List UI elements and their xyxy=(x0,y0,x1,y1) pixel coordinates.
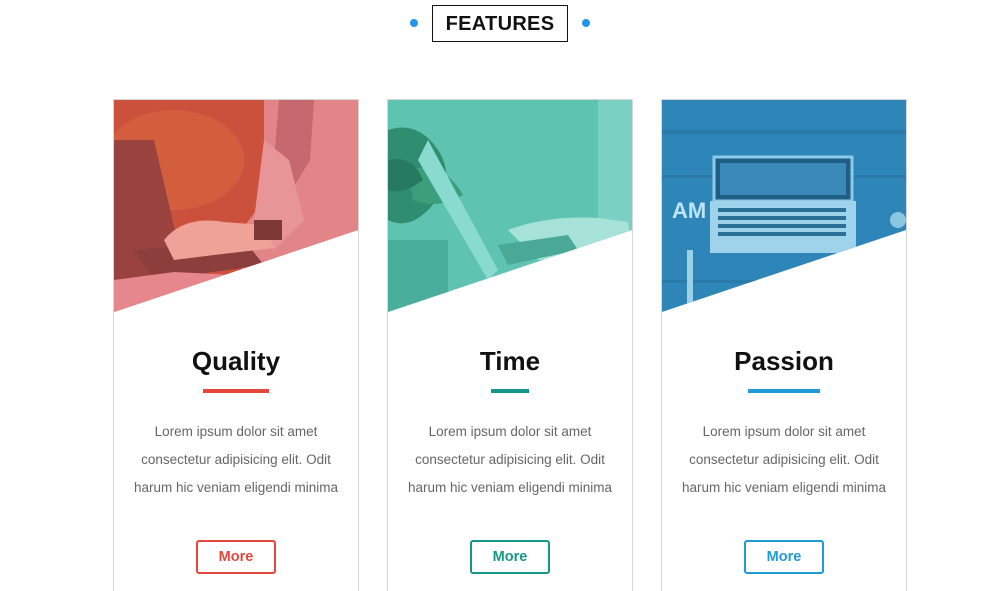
more-button-passion[interactable]: More xyxy=(744,540,824,574)
card-title: Quality xyxy=(191,346,281,376)
more-button-quality[interactable]: More xyxy=(196,540,276,574)
card-description: Lorem ipsum dolor sit amet consectetur a… xyxy=(133,424,339,495)
section-header: FEATURES xyxy=(0,3,1000,43)
header-dot-right xyxy=(582,19,591,27)
feature-card-passion: AM Passion Lorem ipsum dolor sit amet co… xyxy=(661,99,907,591)
more-button-time[interactable]: More xyxy=(470,540,550,574)
header-dot-left xyxy=(409,19,418,27)
card-image xyxy=(388,100,632,312)
feature-card-time: Time Lorem ipsum dolor sit amet consecte… xyxy=(387,99,633,591)
card-description: Lorem ipsum dolor sit amet consectetur a… xyxy=(407,424,613,495)
svg-text:AM: AM xyxy=(672,198,706,223)
card-image: AM xyxy=(662,100,906,312)
title-underline xyxy=(748,389,820,393)
card-title: Passion xyxy=(734,346,834,376)
card-description: Lorem ipsum dolor sit amet consectetur a… xyxy=(681,424,887,495)
features-section: FEATURES Quality Lorem ipsum dolor sit a… xyxy=(0,0,1000,591)
title-underline xyxy=(203,389,269,393)
card-title: Time xyxy=(479,346,541,376)
feature-card-quality: Quality Lorem ipsum dolor sit amet conse… xyxy=(113,99,359,591)
card-image xyxy=(114,100,358,312)
section-title: FEATURES xyxy=(431,4,569,42)
title-underline xyxy=(491,389,529,393)
